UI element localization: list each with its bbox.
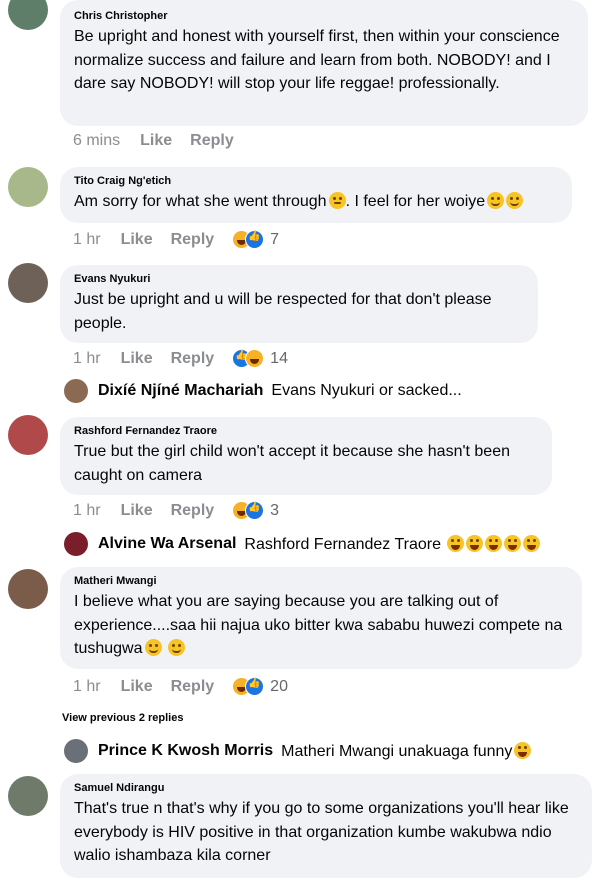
comment-time[interactable]: 1 hr [73,678,101,696]
like-reaction-icon [245,677,265,696]
comment-bubble: Samuel Ndirangu That's true n that's why… [60,774,592,878]
comment-text: Am sorry for what she went through. I fe… [74,192,524,210]
avatar[interactable] [64,532,88,556]
comment-bubble: Tito Craig Ng'etich Am sorry for what sh… [60,167,572,223]
like-button[interactable]: Like [121,502,153,520]
laughing-emoji-icon [514,741,532,759]
reply-dixie: Dixíé Njíné Machariah Evans Nyukuri or s… [64,379,462,403]
avatar[interactable] [8,263,48,303]
comment-actions: 1 hr Like Reply 7 [73,230,279,249]
reply-button[interactable]: Reply [171,350,215,368]
comment-actions: 1 hr Like Reply 14 [73,349,288,368]
comment-bubble: Matheri Mwangi I believe what you are sa… [60,567,582,669]
reaction-count[interactable]: 7 [270,231,279,249]
comment-actions: 1 hr Like Reply 3 [73,501,279,520]
comment-time[interactable]: 1 hr [73,231,101,249]
laughing-emoji-icon [466,534,484,552]
reactions[interactable] [232,349,265,368]
avatar[interactable] [8,0,48,30]
avatar[interactable] [8,569,48,609]
comment-bubble: Rashford Fernandez Traore True but the g… [60,417,552,495]
comment-text: That's true n that's why if you go to so… [74,800,569,864]
comment-text: I believe what you are saying because yo… [74,593,563,657]
comment-time[interactable]: 6 mins [73,132,120,150]
reply-author[interactable]: Dixíé Njíné Machariah [98,382,263,400]
comment-text: True but the girl child won't accept it … [74,443,510,484]
avatar[interactable] [64,739,88,763]
reply-text[interactable]: Evans Nyukuri or sacked... [271,382,461,400]
like-button[interactable]: Like [121,231,153,249]
comment-time[interactable]: 1 hr [73,350,101,368]
comment-time[interactable]: 1 hr [73,502,101,520]
like-reaction-icon [245,230,265,249]
reply-author[interactable]: Prince K Kwosh Morris [98,742,273,760]
laughing-emoji-icon [523,534,541,552]
comment-bubble: Evans Nyukuri Just be upright and u will… [60,265,538,343]
reply-button[interactable]: Reply [190,132,234,150]
reactions[interactable] [232,230,265,249]
comment-author[interactable]: Chris Christopher [74,9,574,23]
avatar[interactable] [8,776,48,816]
comment-actions: 6 mins Like Reply [73,132,252,150]
reactions[interactable] [232,501,265,520]
laughing-emoji-icon [504,534,522,552]
avatar[interactable] [8,415,48,455]
reply-button[interactable]: Reply [171,502,215,520]
reply-text[interactable]: Matheri Mwangi unakuaga funny [281,741,532,761]
reply-button[interactable]: Reply [171,231,215,249]
haha-reaction-icon [245,349,265,368]
reply-author[interactable]: Alvine Wa Arsenal [98,535,236,553]
smile-emoji-icon [506,192,524,209]
laughing-emoji-icon [447,534,465,552]
smile-emoji-icon [487,192,505,209]
comment-author[interactable]: Tito Craig Ng'etich [74,174,558,188]
reactions[interactable] [232,677,265,696]
reply-text[interactable]: Rashford Fernandez Traore [244,534,541,554]
smile-emoji-icon [144,639,162,656]
view-previous-replies-link[interactable]: View previous 2 replies [62,712,183,724]
comment-text: Just be upright and u will be respected … [74,291,492,332]
smile-emoji-icon [167,639,185,656]
comment-actions: 1 hr Like Reply 20 [73,677,288,696]
thinking-emoji-icon [328,192,346,209]
comment-bubble: Chris Christopher Be upright and honest … [60,0,588,126]
reply-alvine: Alvine Wa Arsenal Rashford Fernandez Tra… [64,532,541,556]
comment-author[interactable]: Samuel Ndirangu [74,781,578,795]
like-reaction-icon [245,501,265,520]
comment-author[interactable]: Rashford Fernandez Traore [74,424,538,438]
like-button[interactable]: Like [121,678,153,696]
reply-button[interactable]: Reply [171,678,215,696]
like-button[interactable]: Like [121,350,153,368]
comment-author[interactable]: Evans Nyukuri [74,272,524,286]
like-button[interactable]: Like [140,132,172,150]
comment-author[interactable]: Matheri Mwangi [74,574,568,588]
avatar[interactable] [64,379,88,403]
laughing-emoji-icon [485,534,503,552]
avatar[interactable] [8,167,48,207]
comment-text: Be upright and honest with yourself firs… [74,28,560,92]
reply-prince: Prince K Kwosh Morris Matheri Mwangi una… [64,739,532,763]
reaction-count[interactable]: 14 [270,350,288,368]
reaction-count[interactable]: 3 [270,502,279,520]
reaction-count[interactable]: 20 [270,678,288,696]
